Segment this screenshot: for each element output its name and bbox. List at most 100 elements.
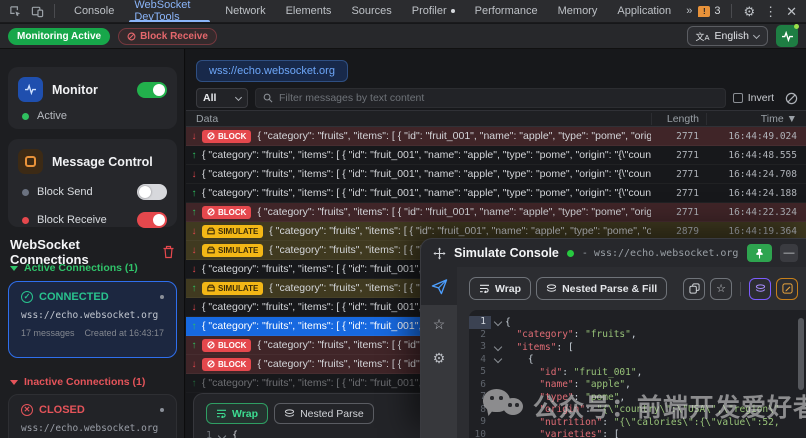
wrap-icon xyxy=(217,409,226,418)
devtools-tab-bar: Console WebSocket DevTools Network Elements… xyxy=(0,0,806,23)
tab-profiler[interactable]: Profiler xyxy=(403,0,464,22)
column-data[interactable]: Data xyxy=(186,113,651,125)
more-tabs-chevron[interactable]: » xyxy=(680,5,698,17)
search-icon xyxy=(263,93,273,103)
close-icon[interactable]: ✕ xyxy=(786,5,797,18)
drag-move-icon[interactable] xyxy=(433,246,446,260)
fold-chevron-icon[interactable] xyxy=(217,431,227,438)
line-number: 6 xyxy=(480,378,486,390)
tab-application[interactable]: Application xyxy=(608,0,680,22)
simulate-badge: SIMULATE xyxy=(202,224,264,238)
inactive-connections-group[interactable]: Inactive Connections (1) xyxy=(10,376,145,388)
block-send-toggle[interactable] xyxy=(137,184,167,200)
code-text: "varieties": [ xyxy=(539,429,620,438)
editor-line[interactable]: 4 { xyxy=(469,354,806,367)
connection-menu-dot[interactable] xyxy=(160,295,164,299)
tab-performance[interactable]: Performance xyxy=(466,0,547,22)
console-nested-parse-button[interactable]: Nested Parse & Fill xyxy=(536,277,668,300)
tab-websocket-devtools[interactable]: WebSocket DevTools xyxy=(125,0,214,23)
editor-line[interactable]: 10 "varieties": [ xyxy=(469,429,806,438)
connection-tab[interactable]: wss://echo.websocket.org xyxy=(196,60,348,82)
message-time: 16:44:22.324 xyxy=(728,206,797,218)
filter-input[interactable]: Filter messages by text content xyxy=(255,88,726,108)
console-header[interactable]: Simulate Console - wss://echo.websocket.… xyxy=(421,239,806,267)
message-time: 16:44:48.555 xyxy=(728,149,797,161)
message-row[interactable]: ↑ { "category": "fruits", "items": [ { "i… xyxy=(186,184,806,203)
sent-arrow-icon: ↑ xyxy=(191,206,197,218)
invert-checkbox[interactable] xyxy=(732,93,743,103)
console-wrap-button[interactable]: Wrap xyxy=(469,277,532,300)
inspect-element-icon[interactable] xyxy=(8,4,22,18)
tab-sources[interactable]: Sources xyxy=(342,0,400,22)
json-editor[interactable]: 1{2 "category": "fruits", 3 "items": [4 {… xyxy=(469,310,806,438)
filter-placeholder: Filter messages by text content xyxy=(279,92,425,104)
console-content: Wrap Nested Parse & Fill ☆ 1 {2 "catego… xyxy=(457,267,806,438)
editor-scrollbar[interactable] xyxy=(798,318,804,390)
closed-connection-card[interactable]: ✕ CLOSED wss://echo.websocket.org xyxy=(8,394,177,438)
editor-line[interactable]: 1{ xyxy=(469,316,806,329)
editor-line[interactable]: 5 "id": "fruit_001", xyxy=(469,366,806,379)
editor-line[interactable]: 8 "origin": "{\"country\":\"USA\",\"regi… xyxy=(469,404,806,417)
connection-menu-dot[interactable] xyxy=(160,408,164,412)
minimize-button[interactable]: — xyxy=(780,244,798,262)
favorite-star-icon[interactable]: ☆ xyxy=(710,277,732,300)
console-settings-tab[interactable]: ⚙ xyxy=(421,343,457,373)
message-row[interactable]: ↑ BLOCK { "category": "fruits", "items": [… xyxy=(186,203,806,222)
message-row[interactable]: ↑ { "category": "fruits", "items": [ { "i… xyxy=(186,146,806,165)
tab-console[interactable]: Console xyxy=(65,0,123,22)
tab-network[interactable]: Network xyxy=(216,0,274,22)
language-selector[interactable]: 文A English xyxy=(686,26,768,46)
message-control-card: Message Control Block Send Block Receive xyxy=(8,139,177,228)
fold-chevron-icon[interactable] xyxy=(491,354,505,365)
trash-icon[interactable] xyxy=(162,245,175,259)
tab-elements[interactable]: Elements xyxy=(277,0,341,22)
active-connections-group[interactable]: Active Connections (1) xyxy=(10,262,138,274)
tab-label: Network xyxy=(225,5,266,17)
editor-line[interactable]: 9 "nutrition": "{\"calories\":{\"value\"… xyxy=(469,416,806,429)
line-number: 1 xyxy=(206,430,213,438)
pin-button[interactable] xyxy=(747,244,772,262)
column-time[interactable]: Time ▼ xyxy=(706,112,806,125)
monitor-toggle[interactable] xyxy=(137,81,167,98)
simulate-console-panel: Simulate Console - wss://echo.websocket.… xyxy=(420,238,806,438)
favorites-tab[interactable]: ☆ xyxy=(421,309,457,339)
connected-connection-card[interactable]: ✓ CONNECTED wss://echo.websocket.org 17 … xyxy=(8,281,177,358)
tab-memory[interactable]: Memory xyxy=(549,0,607,22)
editor-line[interactable]: 6 "name": "apple", xyxy=(469,379,806,392)
copy-icon[interactable] xyxy=(683,277,705,300)
editor-line[interactable]: 2 "category": "fruits", xyxy=(469,329,806,342)
nested-mode-icon[interactable] xyxy=(749,277,771,300)
code-text: { xyxy=(505,316,511,328)
extension-activity-button[interactable] xyxy=(776,24,799,47)
editor-line[interactable]: 3 "items": [ xyxy=(469,341,806,354)
line-number: 4 xyxy=(480,353,486,365)
line-number: 7 xyxy=(480,391,486,402)
recording-dot xyxy=(450,9,455,13)
editor-line[interactable]: 7 "type": "pome", xyxy=(469,391,806,404)
connection-url: wss://echo.websocket.org xyxy=(21,310,159,321)
block-receive-toggle[interactable] xyxy=(137,212,167,228)
wrap-toggle-button[interactable]: Wrap xyxy=(206,403,269,424)
collapse-triangle-icon xyxy=(10,265,18,271)
clear-messages-icon[interactable] xyxy=(785,92,798,105)
settings-gear-icon[interactable]: ⚙ xyxy=(743,5,755,18)
nested-parse-button[interactable]: Nested Parse xyxy=(274,403,374,424)
tab-label: Memory xyxy=(557,5,598,17)
device-toolbar-icon[interactable] xyxy=(30,4,44,18)
kebab-menu-icon[interactable]: ⋮ xyxy=(764,5,777,18)
fold-chevron-icon[interactable] xyxy=(491,342,505,353)
edit-icon[interactable] xyxy=(776,277,798,300)
x-circle-icon: ✕ xyxy=(21,404,33,416)
fold-chevron-icon[interactable] xyxy=(491,317,505,328)
issues-counter[interactable]: ! 3 xyxy=(698,5,720,17)
simulate-badge: SIMULATE xyxy=(202,243,264,257)
send-tab[interactable] xyxy=(421,267,457,305)
message-length: 2771 xyxy=(676,206,699,218)
message-type-select[interactable]: All xyxy=(196,88,248,108)
column-length[interactable]: Length xyxy=(651,112,706,125)
received-arrow-icon: ↓ xyxy=(191,225,197,237)
invert-filter[interactable]: Invert xyxy=(732,92,774,104)
message-control-title: Message Control xyxy=(52,154,153,169)
message-row[interactable]: ↓ BLOCK { "category": "fruits", "items": [… xyxy=(186,127,806,146)
message-row[interactable]: ↓ { "category": "fruits", "items": [ { "i… xyxy=(186,165,806,184)
